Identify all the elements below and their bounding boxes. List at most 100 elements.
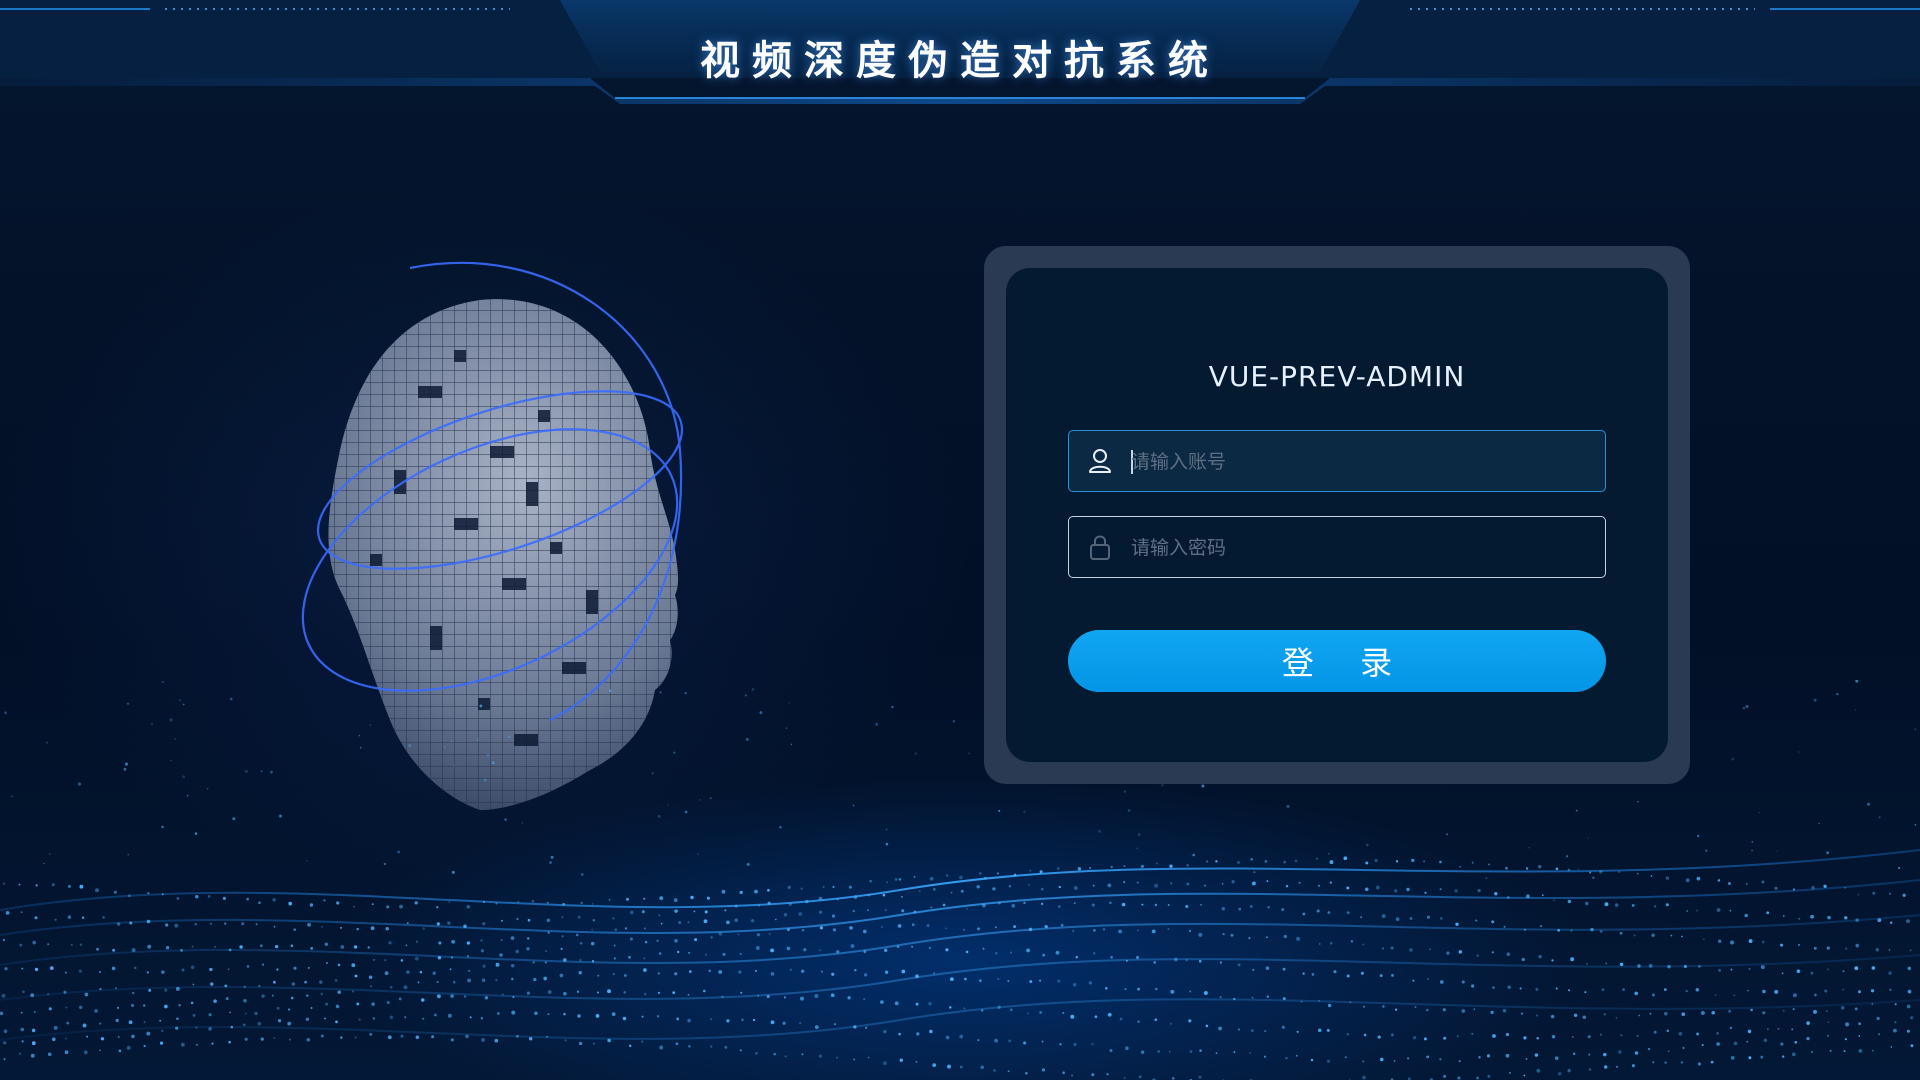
particle-dot: [1121, 902, 1126, 907]
particle-dot: [134, 966, 137, 970]
particle-dot: [591, 960, 595, 963]
particle-dot: [882, 893, 886, 897]
particle-dot: [641, 910, 645, 914]
particle-dot: [744, 694, 748, 697]
particle-dot: [1476, 1076, 1480, 1080]
particle-dot: [751, 919, 755, 923]
particle-dot: [1457, 1076, 1461, 1080]
particle-dot: [830, 993, 835, 998]
particle-dot: [1551, 1034, 1556, 1039]
particle-dot: [1823, 884, 1827, 888]
password-input[interactable]: [1129, 517, 1593, 578]
particle-dot: [607, 1038, 611, 1043]
user-icon: [1089, 449, 1111, 473]
particle-dot: [150, 723, 154, 726]
particle-dot: [818, 1054, 822, 1058]
particle-dot: [704, 910, 708, 914]
particle-dot: [847, 996, 851, 1000]
particle-dot: [613, 957, 616, 960]
particle-dot: [867, 893, 871, 897]
particle-dot: [278, 814, 282, 818]
particle-dot: [643, 897, 646, 900]
username-input[interactable]: [1129, 431, 1593, 492]
particle-dot: [431, 1035, 435, 1039]
particle-dot: [476, 738, 480, 741]
particle-dot: [1377, 1035, 1381, 1039]
particle-dot: [688, 951, 691, 954]
particle-dot: [950, 977, 954, 981]
particle-dot: [1362, 943, 1365, 946]
particle-dot: [657, 972, 660, 975]
particle-dot: [544, 961, 547, 964]
particle-dot: [1599, 930, 1603, 933]
particle-dot: [1615, 903, 1619, 907]
particle-dot: [443, 746, 446, 749]
particle-dot: [436, 906, 439, 909]
particle-dot: [575, 933, 579, 937]
particle-dot: [515, 949, 519, 954]
particle-dot: [2, 939, 5, 941]
particle-dot: [320, 992, 323, 996]
particle-dot: [1025, 1072, 1028, 1075]
particle-dot: [48, 1007, 52, 1011]
username-field[interactable]: [1068, 430, 1606, 492]
particle-dot: [495, 962, 500, 967]
particle-dot: [143, 1004, 146, 1007]
particle-dot: [801, 969, 805, 973]
particle-dot: [897, 924, 902, 928]
particle-dot: [1455, 922, 1459, 926]
particle-dot: [1889, 988, 1892, 991]
particle-dot: [916, 1032, 920, 1036]
particle-dot: [800, 887, 803, 890]
particle-dot: [945, 1035, 950, 1040]
particle-dot: [161, 825, 164, 829]
particle-dot: [814, 994, 819, 998]
particle-dot: [1747, 1029, 1752, 1034]
particle-dot: [419, 970, 423, 974]
particle-dot: [1638, 1014, 1641, 1017]
particle-dot: [450, 740, 453, 743]
particle-dot: [1476, 954, 1479, 957]
particle-dot: [660, 922, 663, 925]
particle-dot: [1248, 937, 1251, 940]
particle-dot: [963, 928, 965, 931]
particle-dot: [1782, 1055, 1785, 1058]
particle-dot: [977, 1039, 980, 1042]
particle-dot: [932, 887, 936, 891]
particle-dot: [1854, 708, 1857, 711]
particle-dot: [448, 901, 451, 904]
particle-dot: [86, 1035, 89, 1038]
particle-dot: [358, 734, 361, 737]
particle-dot: [1119, 1017, 1123, 1021]
particle-dot: [324, 1017, 326, 1020]
particle-dot: [421, 998, 425, 1002]
particle-dot: [710, 1045, 713, 1048]
particle-dot: [1154, 1018, 1158, 1022]
particle-dot: [798, 912, 803, 916]
password-field[interactable]: [1068, 516, 1606, 578]
particle-dot: [1748, 967, 1751, 970]
particle-dot: [1222, 932, 1225, 936]
particle-dot: [674, 972, 678, 976]
particle-dot: [1618, 871, 1620, 873]
particle-dot: [1750, 1008, 1753, 1012]
particle-dot: [1876, 1016, 1880, 1021]
login-button[interactable]: 登 录: [1068, 630, 1606, 692]
particle-dot: [1219, 996, 1222, 999]
particle-dot: [246, 965, 250, 968]
particle-dot: [112, 948, 116, 952]
particle-dot: [1824, 989, 1828, 993]
particle-dot: [1093, 929, 1096, 932]
particle-dot: [1328, 853, 1330, 855]
particle-dot: [1570, 929, 1573, 932]
particle-dot: [1009, 1008, 1013, 1012]
particle-dot: [1173, 957, 1178, 962]
particle-dot: [169, 718, 173, 722]
particle-dot: [560, 947, 563, 950]
particle-dot: [1203, 991, 1208, 995]
particle-dot: [1008, 885, 1012, 888]
particle-dot: [1058, 905, 1061, 908]
particle-dot: [1653, 905, 1657, 908]
particle-dot: [1503, 925, 1506, 928]
particle-dot: [465, 1034, 469, 1039]
